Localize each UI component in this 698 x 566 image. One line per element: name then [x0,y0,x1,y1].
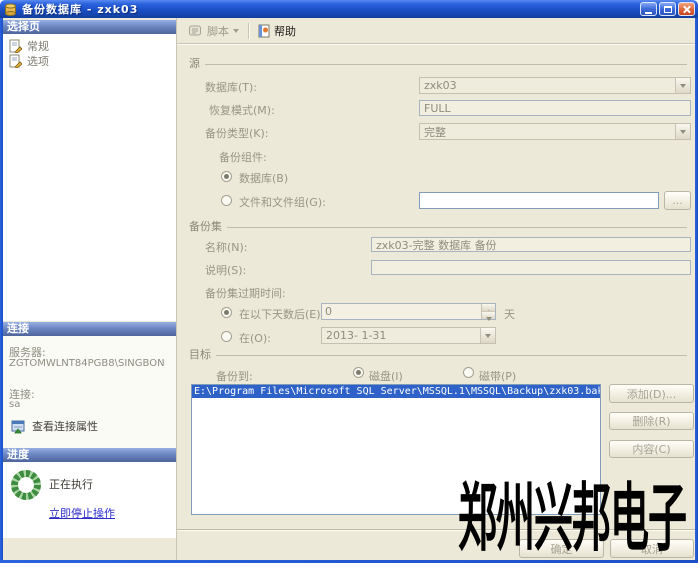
backup-set-group-caption: 备份集 [189,218,687,234]
destination-group-caption: 目标 [189,346,687,362]
maximize-icon [664,6,672,13]
watermark-text: 郑州兴邦电子 [458,460,686,566]
files-filegroups-radio[interactable] [221,195,232,206]
help-button-label: 帮助 [274,23,296,39]
chevron-down-icon [675,78,690,93]
files-filegroups-field[interactable] [419,192,659,209]
expire-date-picker[interactable]: 2013- 1-31 [321,327,496,344]
page-script-icon [9,39,22,53]
close-icon [683,5,691,13]
backup-type-select[interactable]: 完整 [419,123,691,140]
spin-down-icon [482,311,495,319]
sidebar-item-general[interactable]: 常规 [9,38,49,54]
script-button[interactable]: 脚本 [185,21,242,41]
recovery-model-field[interactable]: FULL [419,100,691,116]
expire-on-date-label: 在(O): [239,330,271,346]
backup-component-label: 备份组件: [219,149,267,165]
close-button[interactable] [678,2,695,16]
days-unit-label: 天 [504,306,515,322]
database-select[interactable]: zxk03 [419,77,691,94]
sidebar: 选择页 常规 选项 连接 服务器: ZGTO [3,18,176,560]
script-icon [188,24,203,37]
backup-database-dialog: 备份数据库 - zxk03 选择页 常规 [0,0,698,563]
view-connection-properties-label: 查看连接属性 [32,418,98,434]
connection-panel: 服务器: ZGTOMWLNT84PGB8\SINGBON 连接: sa 查看连接… [3,336,176,448]
remove-button[interactable]: 删除(R) [609,412,694,430]
chevron-down-icon [233,29,239,36]
script-button-label: 脚本 [207,23,229,39]
progress-header: 进度 [3,448,176,462]
chevron-down-icon [480,328,495,343]
connection-properties-icon [11,419,26,434]
expire-after-days-label: 在以下天数后(E): [239,306,324,322]
window-title: 备份数据库 - zxk03 [22,1,640,17]
browse-button[interactable]: ... [664,191,691,210]
database-radio-label: 数据库(B) [239,170,288,186]
disk-radio[interactable] [353,367,364,378]
list-item[interactable]: E:\Program Files\Microsoft SQL Server\MS… [192,385,600,398]
server-value: ZGTOMWLNT84PGB8\SINGBON [9,358,165,369]
connection-header: 连接 [3,322,176,336]
minimize-icon [645,12,652,14]
progress-status: 正在执行 [49,476,93,492]
toolbar-separator [248,23,249,39]
description-label: 说明(S): [205,262,246,278]
tape-radio-label: 磁带(P) [479,368,516,384]
files-filegroups-radio-label: 文件和文件组(G): [239,194,326,210]
database-label: 数据库(T): [205,79,257,95]
window-controls [640,2,695,16]
minimize-button[interactable] [640,2,657,16]
days-spinner[interactable]: 0 [321,303,496,320]
select-page-panel: 常规 选项 [3,34,176,321]
tape-radio[interactable] [463,367,474,378]
recovery-model-label: 恢复模式(M): [209,102,275,118]
add-button[interactable]: 添加(D)... [609,384,694,403]
backup-to-label: 备份到: [216,368,253,384]
toolbar: 脚本 帮助 [177,18,695,44]
spinner-buttons[interactable] [481,304,495,319]
sidebar-item-options[interactable]: 选项 [9,53,49,69]
page-script-icon [9,54,22,68]
expire-label: 备份集过期时间: [205,285,286,301]
help-button[interactable]: 帮助 [255,21,299,41]
expire-on-date-radio[interactable] [221,331,232,342]
maximize-button[interactable] [659,2,676,16]
backup-type-label: 备份类型(K): [205,125,269,141]
description-field[interactable] [371,260,691,275]
title-bar: 备份数据库 - zxk03 [0,0,698,18]
contents-button[interactable]: 内容(C) [609,440,694,458]
disk-radio-label: 磁盘(I) [369,368,403,384]
select-page-header: 选择页 [3,20,176,34]
sidebar-item-label: 选项 [27,53,49,69]
sidebar-item-label: 常规 [27,38,49,54]
spin-up-icon [482,304,495,311]
expire-after-days-radio[interactable] [221,307,232,318]
view-connection-properties[interactable]: 查看连接属性 [11,418,98,434]
help-icon [258,24,270,38]
name-field[interactable]: zxk03-完整 数据库 备份 [371,237,691,252]
name-label: 名称(N): [205,239,248,255]
stop-action-link[interactable]: 立即停止操作 [49,505,115,521]
chevron-down-icon [675,124,690,139]
progress-panel: 正在执行 立即停止操作 [3,462,176,538]
login-value: sa [9,399,20,410]
source-group-caption: 源 [189,55,687,71]
database-icon [4,3,17,16]
database-radio[interactable] [221,171,232,182]
spinner-icon [11,470,41,500]
